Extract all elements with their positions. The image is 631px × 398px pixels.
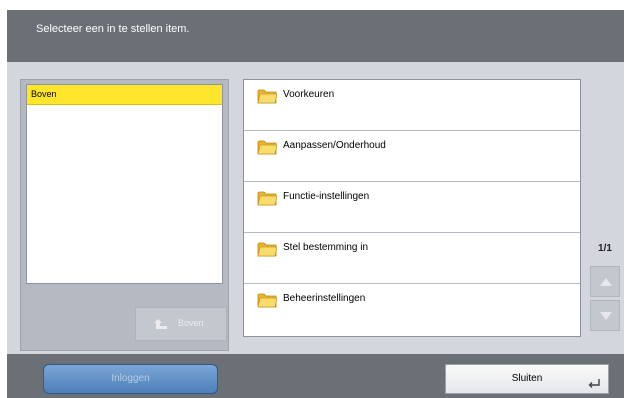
folder-icon xyxy=(257,89,277,104)
list-item-label: Voorkeuren xyxy=(283,89,335,100)
tree-list: Boven xyxy=(26,84,223,284)
back-arrow-icon xyxy=(154,319,167,329)
folder-icon xyxy=(257,191,277,206)
list-item-stel-bestemming-in[interactable]: Stel bestemming in xyxy=(244,233,580,284)
folder-icon xyxy=(257,242,277,257)
folder-icon xyxy=(257,140,277,155)
page-up-button[interactable] xyxy=(590,266,620,297)
list-item-label: Aanpassen/Onderhoud xyxy=(283,140,386,151)
arrow-up-icon xyxy=(600,278,612,286)
close-button-label: Sluiten xyxy=(511,373,543,384)
page-indicator: 1/1 xyxy=(598,243,612,254)
settings-screen: Selecteer een in te stellen item. Boven … xyxy=(7,10,624,398)
arrow-down-icon xyxy=(600,312,612,320)
back-button[interactable]: Boven xyxy=(135,307,227,341)
folder-icon xyxy=(257,293,277,308)
tree-item-boven[interactable]: Boven xyxy=(27,85,222,105)
header-bar: Selecteer een in te stellen item. xyxy=(7,10,624,62)
instruction-text: Selecteer een in te stellen item. xyxy=(36,23,190,35)
list-item-label: Stel bestemming in xyxy=(283,242,369,253)
footer-bar: Inloggen Sluiten xyxy=(7,354,624,398)
settings-item-list: Voorkeuren Aanpassen/Onderhoud Functie-i… xyxy=(243,79,581,337)
login-button[interactable]: Inloggen xyxy=(43,364,218,394)
list-item-label: Beheerinstellingen xyxy=(283,293,366,304)
back-button-label: Boven xyxy=(178,318,204,328)
list-item-beheerinstellingen[interactable]: Beheerinstellingen xyxy=(244,284,580,335)
list-item-voorkeuren[interactable]: Voorkeuren xyxy=(244,80,580,131)
close-button[interactable]: Sluiten xyxy=(445,364,609,394)
list-item-label: Functie-instellingen xyxy=(283,191,370,202)
tree-panel: Boven Boven xyxy=(20,79,229,351)
list-item-aanpassen-onderhoud[interactable]: Aanpassen/Onderhoud xyxy=(244,131,580,182)
enter-corner-icon xyxy=(588,379,600,388)
page-down-button[interactable] xyxy=(590,300,620,331)
list-item-functie-instellingen[interactable]: Functie-instellingen xyxy=(244,182,580,233)
